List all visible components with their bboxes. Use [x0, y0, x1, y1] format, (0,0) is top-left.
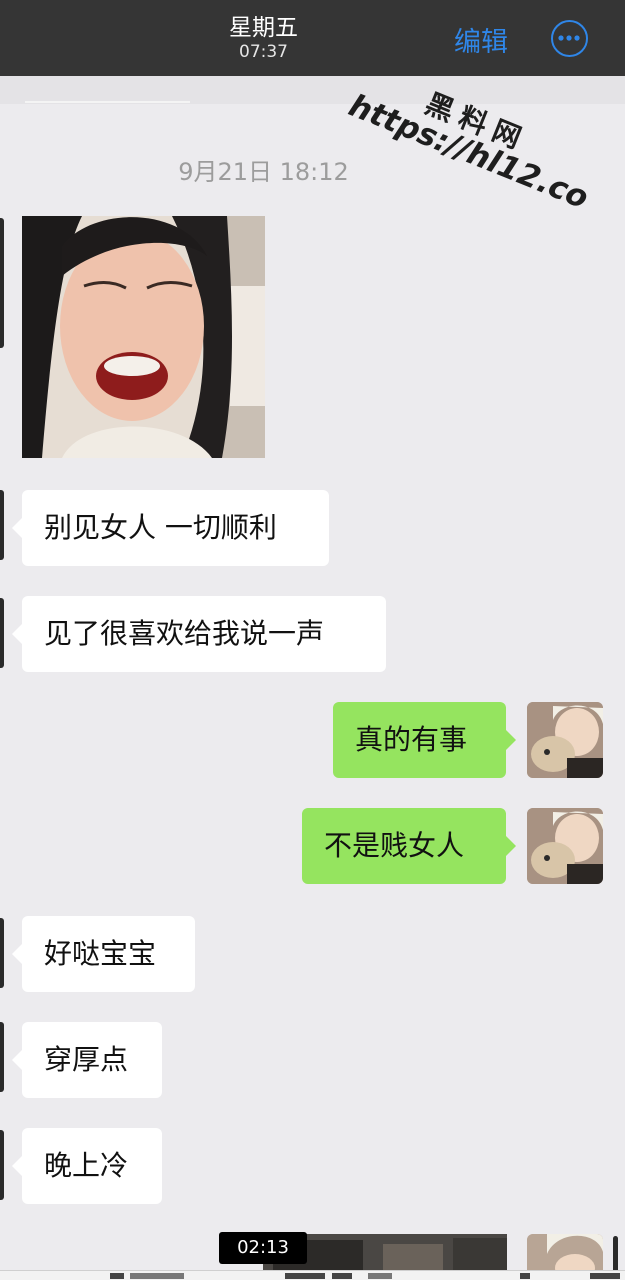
previous-message-strip [0, 76, 625, 104]
edit-button[interactable]: 编辑 [454, 20, 508, 59]
user-avatar[interactable] [527, 702, 603, 778]
scrollbar[interactable] [613, 1236, 618, 1274]
thumbnail [520, 1273, 530, 1279]
thumbnail [110, 1273, 124, 1279]
divider [25, 101, 190, 103]
message-bubble-incoming[interactable]: 别见女人 一切顺利 [12, 490, 329, 566]
message-bubble-outgoing[interactable]: 不是贱女人 [302, 808, 516, 884]
sender-avatar-edge [0, 598, 4, 668]
chat-time: 07:37 [239, 42, 288, 62]
thumbnail [590, 1273, 620, 1279]
thumbnail [368, 1273, 392, 1279]
sender-avatar-edge [0, 218, 4, 348]
sender-avatar-edge [0, 918, 4, 988]
thumbnail-strip [0, 1270, 625, 1280]
date-stamp: 9月21日 18:12 [178, 158, 349, 186]
chat-screen: 星期五 07:37 编辑 黑料网 https://hl12.co 9月21日 1… [0, 0, 625, 1280]
thumbnail [332, 1273, 352, 1279]
sender-avatar-edge [0, 1022, 4, 1092]
video-timer: 02:13 [219, 1232, 307, 1264]
user-avatar[interactable] [527, 808, 603, 884]
image-message[interactable] [22, 216, 265, 458]
more-circle-icon[interactable] [551, 20, 588, 57]
message-bubble-incoming[interactable]: 见了很喜欢给我说一声 [12, 596, 386, 672]
sender-avatar-edge [0, 490, 4, 560]
thumbnail [285, 1273, 325, 1279]
message-bubble-incoming[interactable]: 晚上冷 [12, 1128, 162, 1204]
message-bubble-incoming[interactable]: 好哒宝宝 [12, 916, 195, 992]
message-bubble-incoming[interactable]: 穿厚点 [12, 1022, 162, 1098]
message-bubble-outgoing[interactable]: 真的有事 [333, 702, 516, 778]
thumbnail [130, 1273, 184, 1279]
chat-header: 星期五 07:37 编辑 [0, 0, 625, 76]
sender-avatar-edge [0, 1130, 4, 1200]
chat-day-title: 星期五 [229, 15, 298, 41]
